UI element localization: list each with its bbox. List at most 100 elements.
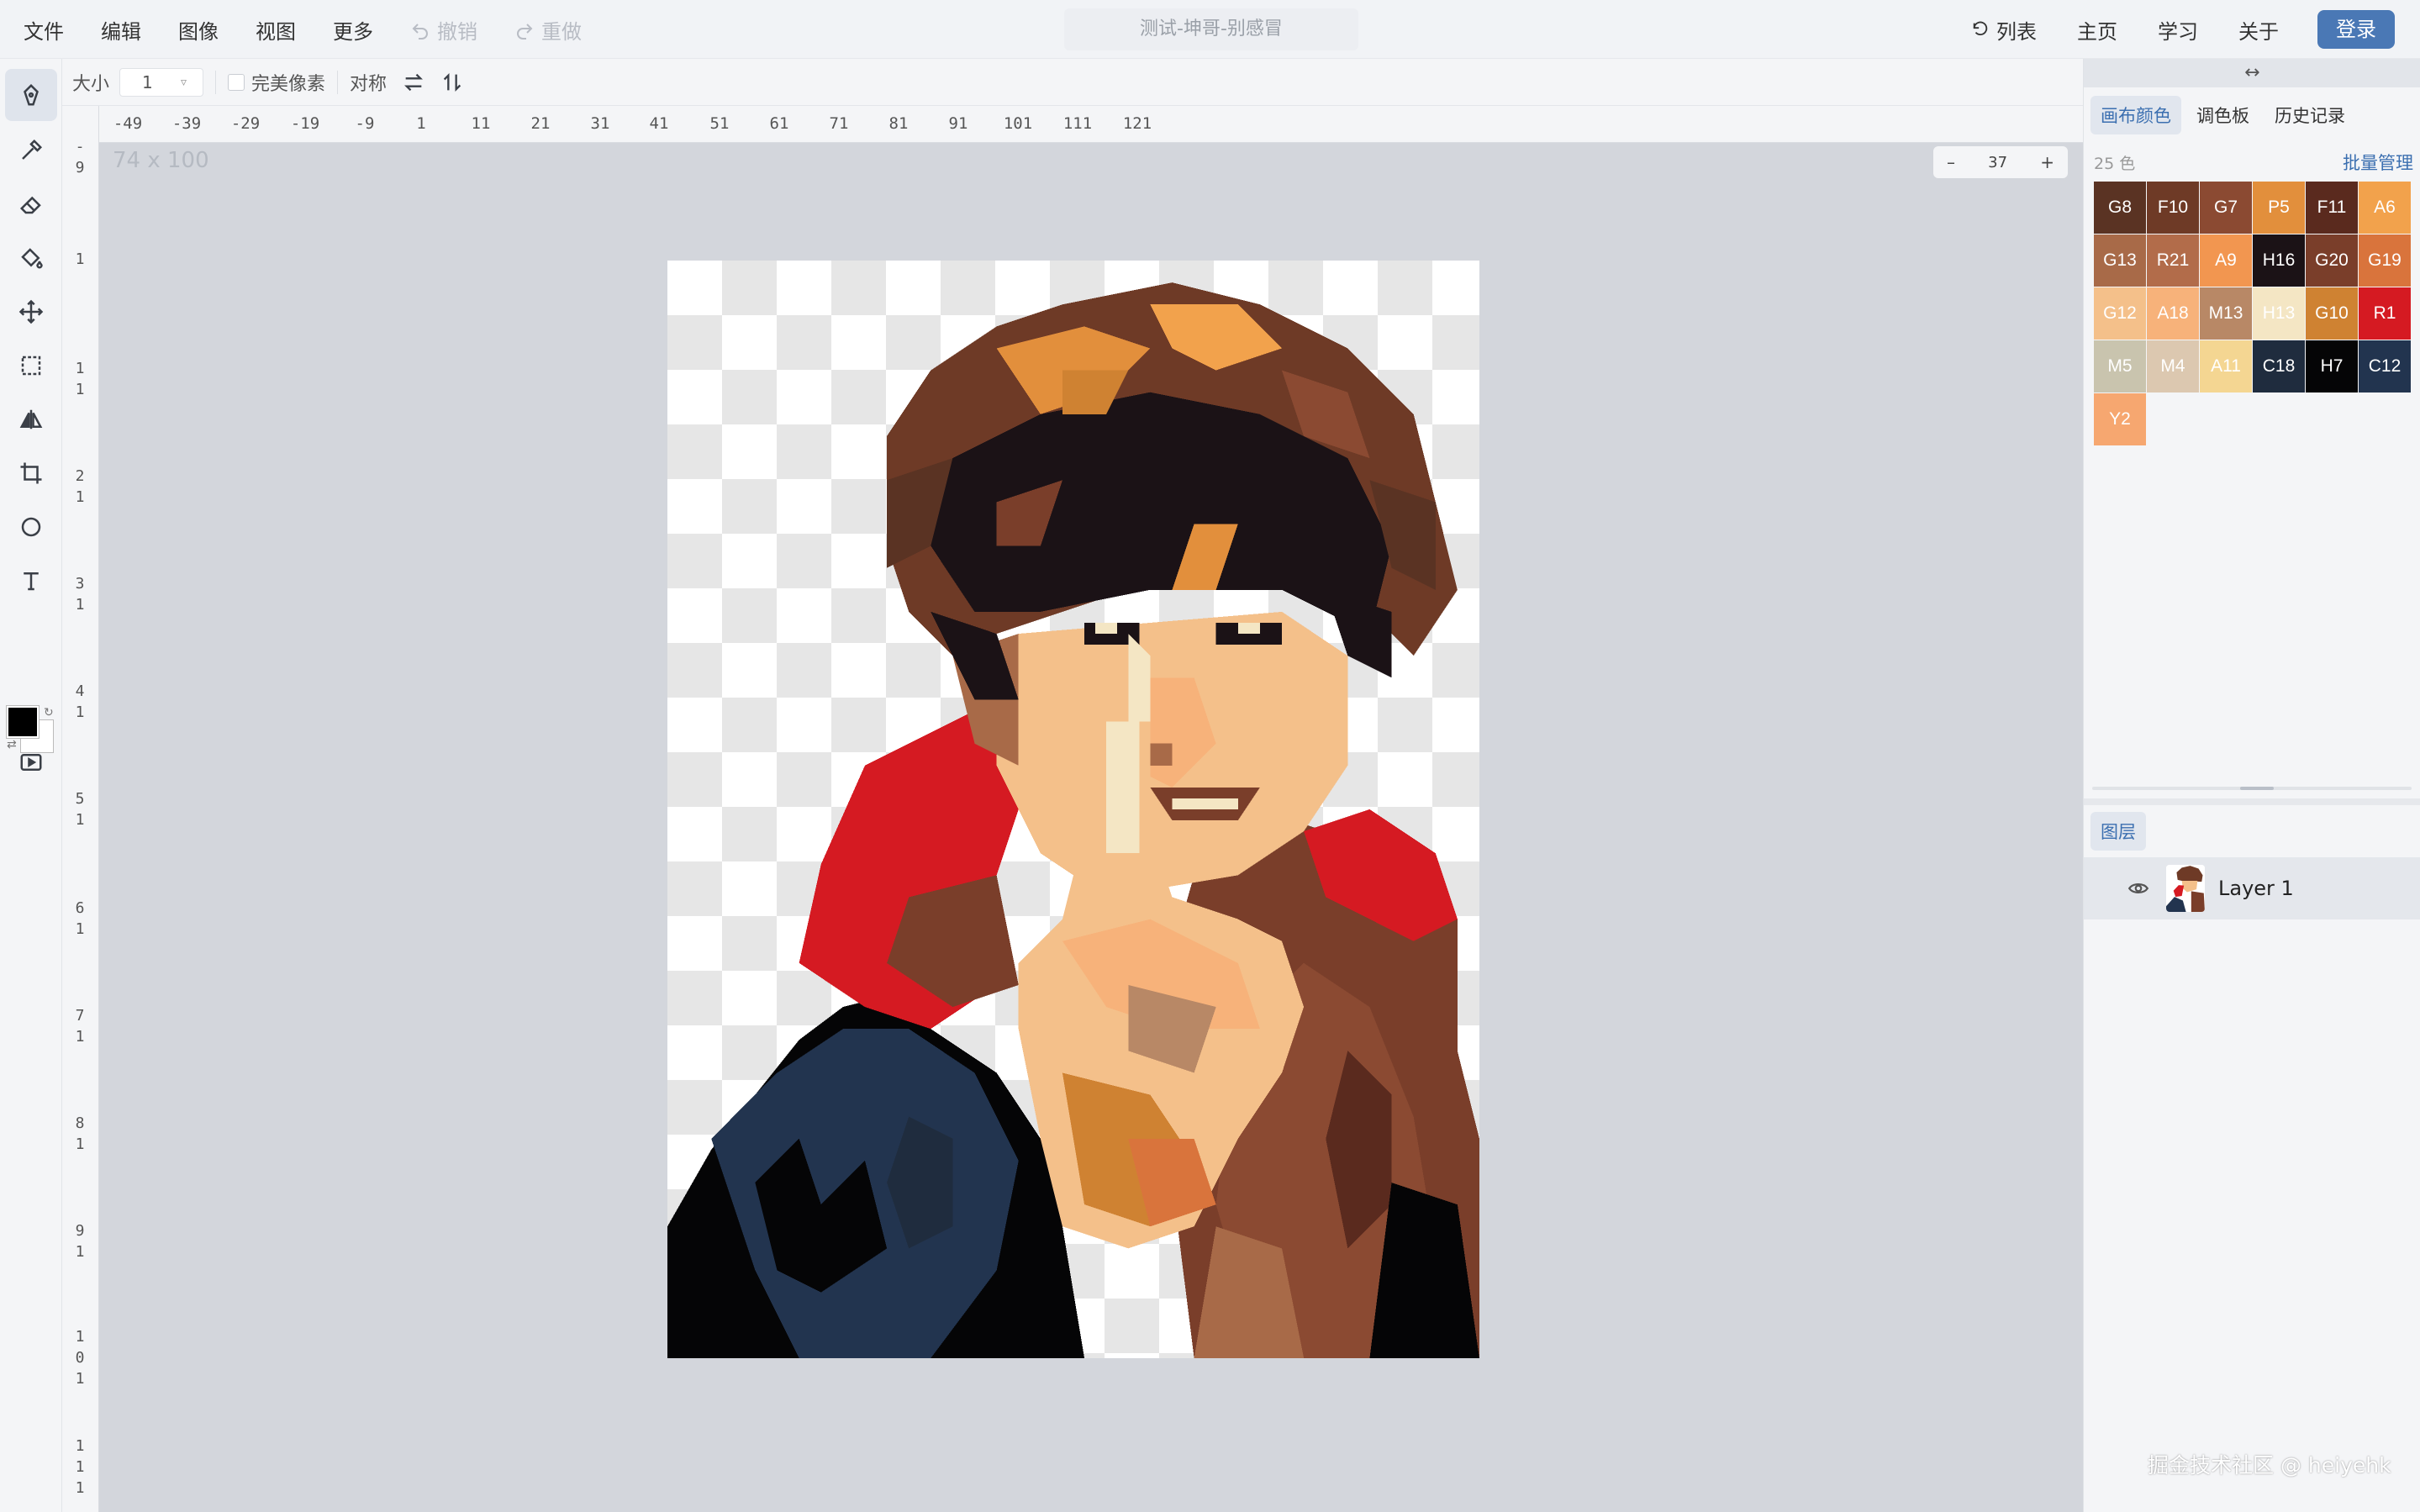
color-swatch[interactable]: F10 <box>2147 182 2199 234</box>
ruler-tick: 91 <box>948 114 968 133</box>
panel-scrollbar[interactable] <box>2092 787 2412 790</box>
batch-manage-link[interactable]: 批量管理 <box>2343 150 2413 175</box>
color-swatch[interactable]: Y2 <box>2094 393 2146 445</box>
ruler-tick: 101 <box>75 1328 85 1388</box>
ruler-tick: -49 <box>113 114 143 133</box>
home-link[interactable]: 主页 <box>2077 15 2117 45</box>
crop-tool[interactable] <box>5 447 57 499</box>
color-swatch[interactable]: C12 <box>2359 340 2411 392</box>
pixel-artboard[interactable] <box>667 261 1479 1358</box>
zoom-out-button[interactable]: – <box>1947 152 1955 172</box>
color-swatch[interactable]: A9 <box>2200 234 2252 287</box>
color-swatch[interactable]: G12 <box>2094 287 2146 340</box>
color-swatch[interactable]: H13 <box>2253 287 2305 340</box>
nav-right: 列表 主页 学习 关于 登录 <box>1931 10 2395 49</box>
color-swatch[interactable]: G10 <box>2306 287 2358 340</box>
ellipse-tool[interactable] <box>5 501 57 553</box>
color-swatch[interactable]: M4 <box>2147 340 2199 392</box>
list-link[interactable]: 列表 <box>1971 15 2037 45</box>
menu-more[interactable]: 更多 <box>333 15 373 45</box>
redo-label: 重做 <box>541 20 582 44</box>
undo-label: 撤销 <box>437 20 477 44</box>
undo-button[interactable]: 撤销 <box>410 15 477 45</box>
color-swatch[interactable]: F11 <box>2306 182 2358 234</box>
layer-name[interactable]: Layer 1 <box>2218 877 2294 900</box>
about-link[interactable]: 关于 <box>2238 15 2279 45</box>
menu-file[interactable]: 文件 <box>24 15 64 45</box>
select-tool[interactable] <box>5 340 57 392</box>
menu-image[interactable]: 图像 <box>178 15 219 45</box>
menu-edit[interactable]: 编辑 <box>101 15 141 45</box>
divider <box>215 70 217 94</box>
size-label: 大小 <box>72 73 110 95</box>
panel-tabs: 画布颜色 调色板 历史记录 <box>2090 96 2355 134</box>
foreground-color-swatch[interactable] <box>7 706 39 738</box>
pen-tool[interactable] <box>5 69 57 121</box>
color-swatch[interactable]: P5 <box>2253 182 2305 234</box>
ruler-tick: -19 <box>290 114 320 133</box>
preview-tool[interactable] <box>5 736 57 788</box>
color-swatch[interactable]: A6 <box>2359 182 2411 234</box>
tab-history[interactable]: 历史记录 <box>2264 96 2355 134</box>
color-swatch[interactable]: R21 <box>2147 234 2199 287</box>
color-swatch[interactable]: G19 <box>2359 234 2411 287</box>
ruler-tick: 21 <box>530 114 551 133</box>
redo-button[interactable]: 重做 <box>514 15 582 45</box>
ruler-tick: 71 <box>75 1007 85 1046</box>
menu-view[interactable]: 视图 <box>256 15 296 45</box>
ruler-tick: -29 <box>230 114 261 133</box>
eraser-tool[interactable] <box>5 178 57 230</box>
vertical-symmetry-icon[interactable] <box>440 71 464 94</box>
eyedropper-tool[interactable] <box>5 124 57 176</box>
color-swatch[interactable]: H7 <box>2306 340 2358 392</box>
horizontal-symmetry-icon[interactable] <box>402 71 425 94</box>
ruler-tick: 111 <box>75 1437 85 1497</box>
ruler-tick: -9 <box>355 114 375 133</box>
panel-divider[interactable] <box>2084 798 2420 805</box>
eye-icon[interactable] <box>2127 877 2149 899</box>
ruler-tick: 11 <box>471 114 491 133</box>
color-swatch[interactable]: G7 <box>2200 182 2252 234</box>
ruler-tick: 1 <box>75 250 85 268</box>
layer-row[interactable]: Layer 1 <box>2084 857 2420 919</box>
swap-colors-icon[interactable]: ↻ <box>44 706 54 719</box>
move-tool[interactable] <box>5 286 57 338</box>
scrollbar-thumb[interactable] <box>2240 787 2274 790</box>
pixel-perfect-label: 完美像素 <box>251 73 326 95</box>
login-button[interactable]: 登录 <box>2317 10 2395 49</box>
color-swatch[interactable]: H16 <box>2253 234 2305 287</box>
mirror-tool[interactable] <box>5 393 57 445</box>
collapse-panel-icon[interactable]: ↔ <box>2084 59 2420 87</box>
menu-bar: 文件 编辑 图像 视图 更多 撤销 重做 测试-坤哥-别感冒 列表 主页 学习 … <box>0 0 2420 59</box>
fill-tool[interactable] <box>5 232 57 284</box>
pixel-perfect-checkbox[interactable] <box>228 73 245 91</box>
color-count: 25 色 <box>2094 155 2136 173</box>
canvas-workspace[interactable]: 74 x 100 – 37 + <box>99 143 2083 1512</box>
tab-palette[interactable]: 调色板 <box>2186 96 2259 134</box>
color-swatch[interactable]: G13 <box>2094 234 2146 287</box>
chevron-down-icon[interactable]: ▿ <box>181 76 194 89</box>
zoom-control: – 37 + <box>1933 146 2068 178</box>
color-swatch[interactable]: M13 <box>2200 287 2252 340</box>
color-swatch[interactable]: A18 <box>2147 287 2199 340</box>
text-tool[interactable] <box>5 555 57 607</box>
ruler-tick: -39 <box>171 114 202 133</box>
color-swatch[interactable]: G8 <box>2094 182 2146 234</box>
ruler-tick: 81 <box>888 114 909 133</box>
color-swatch[interactable]: A11 <box>2200 340 2252 392</box>
color-swatch[interactable]: M5 <box>2094 340 2146 392</box>
color-swatch[interactable]: R1 <box>2359 287 2411 340</box>
color-swatch[interactable]: G20 <box>2306 234 2358 287</box>
learn-link[interactable]: 学习 <box>2158 15 2198 45</box>
ruler-tick: 51 <box>709 114 730 133</box>
zoom-in-button[interactable]: + <box>2040 152 2054 172</box>
zoom-value[interactable]: 37 <box>1988 154 2007 171</box>
ruler-tick: 71 <box>829 114 849 133</box>
document-title[interactable]: 测试-坤哥-别感冒 <box>1064 8 1358 50</box>
tab-layers[interactable]: 图层 <box>2090 812 2146 851</box>
tab-canvas-colors[interactable]: 画布颜色 <box>2090 96 2181 134</box>
color-swatch[interactable]: C18 <box>2253 340 2305 392</box>
size-input[interactable]: 1 ▿ <box>119 67 204 97</box>
ruler-tick: 31 <box>590 114 610 133</box>
size-value: 1 <box>142 71 153 92</box>
